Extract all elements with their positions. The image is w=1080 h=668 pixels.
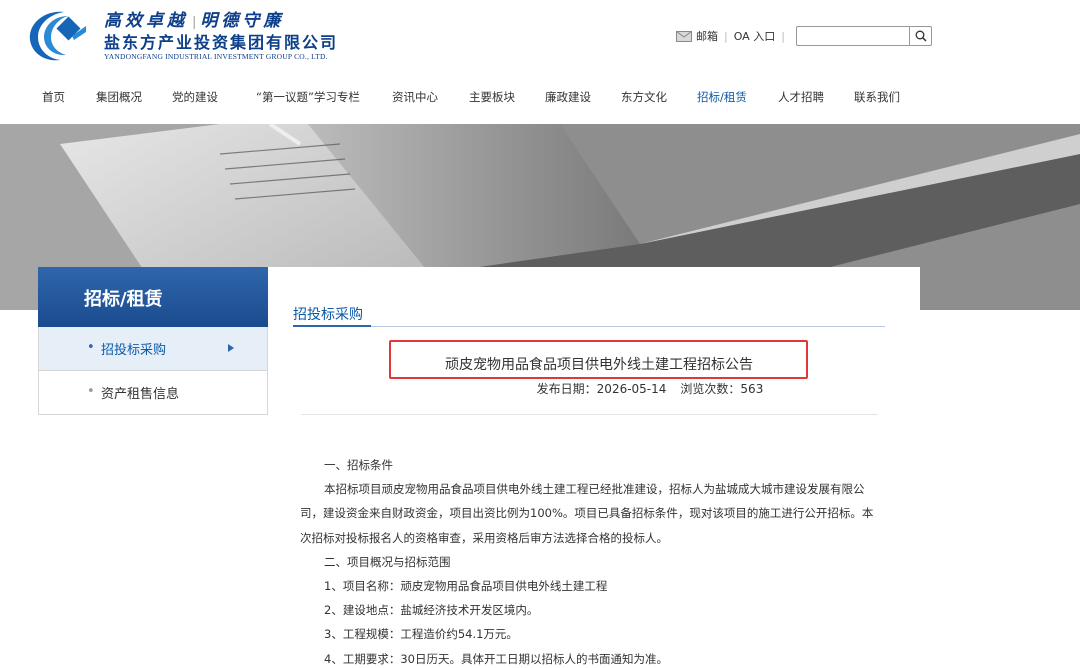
link-divider: | xyxy=(781,29,785,43)
nav-item-bidding[interactable]: 招标/租赁 xyxy=(697,89,747,105)
nav-item-business[interactable]: 主要板块 xyxy=(469,89,515,105)
nav-item-culture[interactable]: 东方文化 xyxy=(621,89,667,105)
section-title: 招投标采购 xyxy=(293,307,363,323)
paragraph: 2、建设地点：盐城经济技术开发区境内。 xyxy=(324,603,539,618)
article-title: 顽皮宠物用品食品项目供电外线土建工程招标公告 xyxy=(445,357,753,373)
oa-link[interactable]: OA 入口 xyxy=(734,28,776,44)
bullet-icon: • xyxy=(87,340,95,355)
nav-item-party[interactable]: 党的建设 xyxy=(172,89,218,105)
nav-item-contact[interactable]: 联系我们 xyxy=(854,89,900,105)
meta-divider xyxy=(301,414,878,415)
link-divider: | xyxy=(724,29,728,43)
paragraph: 3、工程规模：工程造价约54.1万元。 xyxy=(324,627,518,642)
sidebar-item-label: 资产租售信息 xyxy=(101,387,180,402)
nav-item-news[interactable]: 资讯中心 xyxy=(392,89,438,105)
search-box xyxy=(796,26,932,46)
search-input[interactable] xyxy=(797,27,909,45)
search-button[interactable] xyxy=(909,27,931,45)
sidebar-item-bidding[interactable]: • 招投标采购 xyxy=(38,327,268,371)
mail-icon xyxy=(676,30,692,42)
paragraph: 本招标项目顽皮宠物用品食品项目供电外线土建工程已经批准建设，招标人为盐城成大城市… xyxy=(300,482,874,545)
section-divider xyxy=(293,326,885,327)
slogan-separator: | xyxy=(192,15,197,30)
article-body: 一、招标条件 本招标项目顽皮宠物用品食品项目供电外线土建工程已经批准建设，招标人… xyxy=(300,453,882,668)
sidebar-title: 招标/租赁 xyxy=(38,267,268,327)
nav-item-home[interactable]: 首页 xyxy=(42,89,65,105)
article-meta: 发布日期：2026-05-14 浏览次数：563 xyxy=(268,380,920,397)
paragraph: 一、招标条件 xyxy=(324,458,393,472)
paragraph: 1、项目名称：顽皮宠物用品食品项目供电外线土建工程 xyxy=(324,579,608,594)
slogan: 高效卓越 | 明德守廉 xyxy=(104,6,284,31)
nav-item-study[interactable]: “第一议题”学习专栏 xyxy=(256,89,360,105)
company-logo-icon[interactable] xyxy=(24,6,90,64)
site-header: 高效卓越 | 明德守廉 盐东方产业投资集团有限公司 YANDONGFANG INDU… xyxy=(0,0,1080,80)
section-divider-accent xyxy=(293,325,371,327)
paragraph: 4、工期要求：30日历天。具体开工日期以招标人的书面通知为准。 xyxy=(324,651,668,666)
publish-date: 发布日期：2026-05-14 xyxy=(536,382,667,396)
main-content: 招投标采购 顽皮宠物用品食品项目供电外线土建工程招标公告 发布日期：2026-0… xyxy=(268,267,920,668)
view-count: 浏览次数：563 xyxy=(680,382,764,396)
arrow-right-icon xyxy=(228,344,234,352)
slogan-left: 高效卓越 xyxy=(104,11,188,31)
company-name-cn: 盐东方产业投资集团有限公司 xyxy=(104,33,339,52)
nav-item-about[interactable]: 集团概况 xyxy=(96,89,142,105)
bullet-icon: • xyxy=(87,384,95,399)
slogan-right: 明德守廉 xyxy=(200,11,285,31)
search-icon xyxy=(915,30,927,42)
nav-item-integrity[interactable]: 廉政建设 xyxy=(545,89,591,105)
mail-link[interactable]: 邮箱 xyxy=(696,28,718,44)
sidebar: 招标/租赁 • 招投标采购 • 资产租售信息 xyxy=(38,267,268,415)
company-name-en: YANDONGFANG INDUSTRIAL INVESTMENT GROUP … xyxy=(104,52,328,61)
sidebar-item-assets[interactable]: • 资产租售信息 xyxy=(38,371,268,415)
nav-item-jobs[interactable]: 人才招聘 xyxy=(778,89,824,105)
main-nav: 首页 集团概况 党的建设 “第一议题”学习专栏 资讯中心 主要板块 廉政建设 东… xyxy=(0,80,1080,116)
paragraph: 二、项目概况与招标范围 xyxy=(324,554,451,569)
sidebar-item-label: 招投标采购 xyxy=(101,343,167,358)
top-links: 邮箱 | OA 入口 | xyxy=(676,28,791,44)
